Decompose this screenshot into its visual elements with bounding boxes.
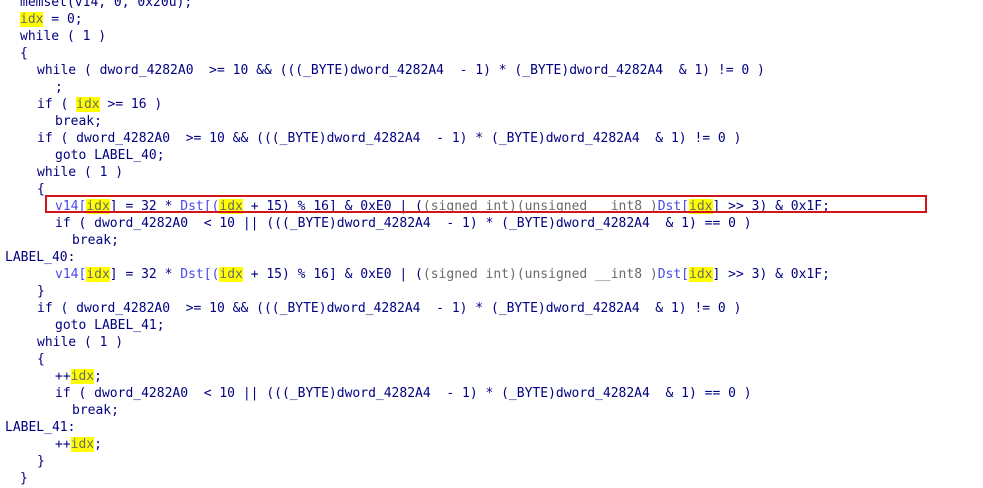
code-fragment: ++	[55, 437, 71, 452]
code-line[interactable]: if ( dword_4282A0 >= 10 && (((_BYTE)dwor…	[37, 130, 741, 147]
code-line[interactable]: {	[37, 351, 45, 368]
type-cast: (signed int)	[422, 267, 517, 282]
code-text: {	[37, 352, 45, 367]
code-fragment: ;	[94, 369, 102, 384]
code-line[interactable]: v14[idx] = 32 * Dst[(idx + 15) % 16] & 0…	[55, 266, 830, 283]
code-text: if ( dword_4282A0 < 10 || (((_BYTE)dword…	[55, 216, 752, 231]
var-idx: idx	[689, 267, 713, 282]
var-idx: idx	[20, 12, 44, 27]
code-line[interactable]: if ( dword_4282A0 < 10 || (((_BYTE)dword…	[55, 215, 752, 232]
code-fragment: >= 16 )	[99, 97, 163, 112]
code-text: memset(v14, 0, 0x20u);	[20, 0, 193, 10]
code-line[interactable]: ;	[55, 79, 63, 96]
code-line[interactable]: while ( 1 )	[37, 334, 123, 351]
code-fragment: ;	[94, 437, 102, 452]
decompiler-code-view[interactable]: memset(v14, 0, 0x20u); idx = 0; while ( 1 …	[0, 0, 983, 488]
code-line[interactable]: ++idx;	[55, 436, 102, 453]
array-v14: v14[	[55, 267, 87, 282]
var-idx: idx	[86, 267, 110, 282]
code-text: break;	[55, 114, 102, 129]
code-text: break;	[72, 233, 119, 248]
code-text: {	[37, 182, 45, 197]
code-line[interactable]: if ( dword_4282A0 >= 10 && (((_BYTE)dwor…	[37, 300, 741, 317]
code-fragment: if (	[37, 97, 77, 112]
code-text: }	[37, 284, 45, 299]
code-fragment: ++	[55, 369, 71, 384]
code-text: }	[20, 471, 28, 486]
code-text: goto LABEL_41;	[55, 318, 165, 333]
code-line[interactable]: while ( 1 )	[37, 164, 123, 181]
code-line[interactable]: {	[20, 45, 28, 62]
code-line[interactable]: break;	[55, 113, 102, 130]
code-text: while ( 1 )	[20, 29, 107, 44]
var-idx: idx	[219, 267, 243, 282]
code-line[interactable]: {	[37, 181, 45, 198]
code-line[interactable]: idx = 0;	[20, 11, 83, 28]
var-idx: idx	[70, 437, 95, 452]
code-fragment: = 0;	[43, 12, 83, 27]
array-dst: Dst[(	[180, 267, 220, 282]
code-line[interactable]: }	[37, 453, 45, 470]
code-line[interactable]: while ( 1 )	[20, 28, 106, 45]
code-line[interactable]: LABEL_41:	[5, 419, 75, 436]
code-fragment: + 15) % 16] & 0xE0 | (	[242, 267, 423, 282]
code-text: while ( 1 )	[37, 165, 124, 180]
code-text: break;	[72, 403, 119, 418]
var-idx: idx	[70, 369, 95, 384]
code-line[interactable]: goto LABEL_40;	[55, 147, 165, 164]
code-text: while ( dword_4282A0 >= 10 && (((_BYTE)d…	[37, 63, 765, 78]
var-idx: idx	[76, 97, 100, 112]
code-line[interactable]: break;	[72, 402, 119, 419]
code-line[interactable]: if ( idx >= 16 )	[37, 96, 162, 113]
selected-line-box	[45, 195, 927, 213]
code-text: if ( dword_4282A0 >= 10 && (((_BYTE)dwor…	[37, 131, 742, 146]
code-fragment: ] >> 3) & 0x1F;	[712, 267, 830, 282]
code-line[interactable]: memset(v14, 0, 0x20u);	[20, 0, 192, 11]
code-line[interactable]: LABEL_40:	[5, 249, 75, 266]
array-dst: Dst[	[657, 267, 690, 282]
code-text: if ( dword_4282A0 < 10 || (((_BYTE)dword…	[55, 386, 752, 401]
code-text: }	[37, 454, 45, 469]
code-label: LABEL_41:	[5, 420, 76, 435]
code-line[interactable]: if ( dword_4282A0 < 10 || (((_BYTE)dword…	[55, 385, 752, 402]
code-text: {	[20, 46, 28, 61]
code-text: ;	[55, 80, 63, 95]
code-text: goto LABEL_40;	[55, 148, 165, 163]
code-label: LABEL_40:	[5, 250, 76, 265]
type-cast: (unsigned __int8 )	[516, 267, 658, 282]
code-line[interactable]: }	[20, 470, 28, 487]
code-line[interactable]: }	[37, 283, 45, 300]
code-line[interactable]: ++idx;	[55, 368, 102, 385]
code-line[interactable]: goto LABEL_41;	[55, 317, 165, 334]
code-text: while ( 1 )	[37, 335, 124, 350]
code-line[interactable]: break;	[72, 232, 119, 249]
code-text: if ( dword_4282A0 >= 10 && (((_BYTE)dwor…	[37, 301, 742, 316]
code-fragment: ] = 32 *	[109, 267, 181, 282]
code-line[interactable]: while ( dword_4282A0 >= 10 && (((_BYTE)d…	[37, 62, 765, 79]
